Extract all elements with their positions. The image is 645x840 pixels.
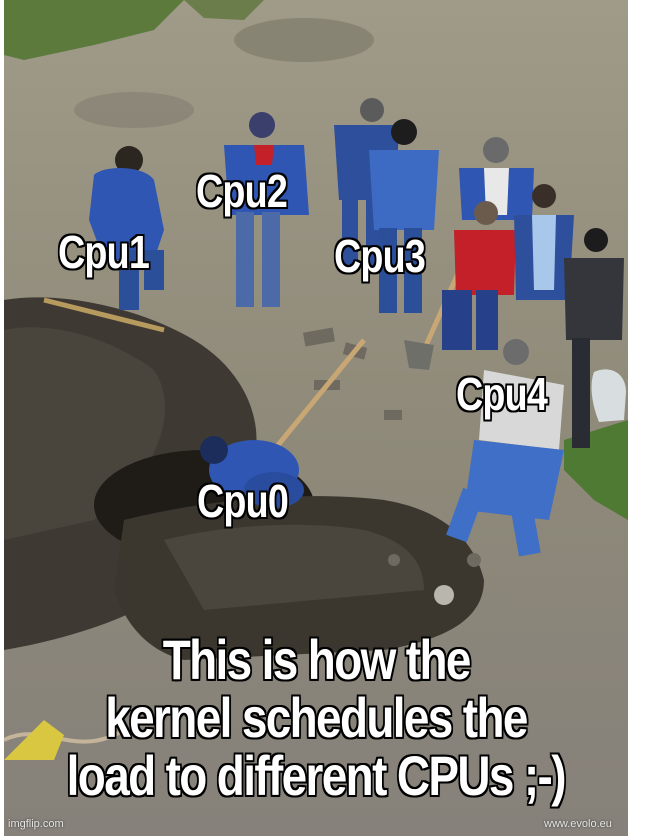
label-cpu3: Cpu3 — [333, 230, 426, 282]
label-cpu4: Cpu4 — [455, 368, 548, 420]
puddle — [234, 18, 374, 62]
caption-line-1: This is how the — [162, 628, 472, 691]
watermark-imgflip: imgflip.com — [8, 818, 64, 830]
caption-line-3: load to different CPUs ;-) — [66, 744, 567, 807]
white-bag — [591, 369, 626, 422]
label-cpu1: Cpu1 — [57, 226, 150, 278]
puddle — [74, 92, 194, 128]
label-cpu0: Cpu0 — [196, 475, 289, 527]
label-cpu2: Cpu2 — [195, 165, 288, 217]
caption-line-2: kernel schedules the — [105, 686, 530, 749]
meme-photo: Cpu1 Cpu2 Cpu3 Cpu4 Cpu0 This is how the… — [4, 0, 628, 836]
watermark-evolo: www.evolo.eu — [544, 818, 612, 830]
